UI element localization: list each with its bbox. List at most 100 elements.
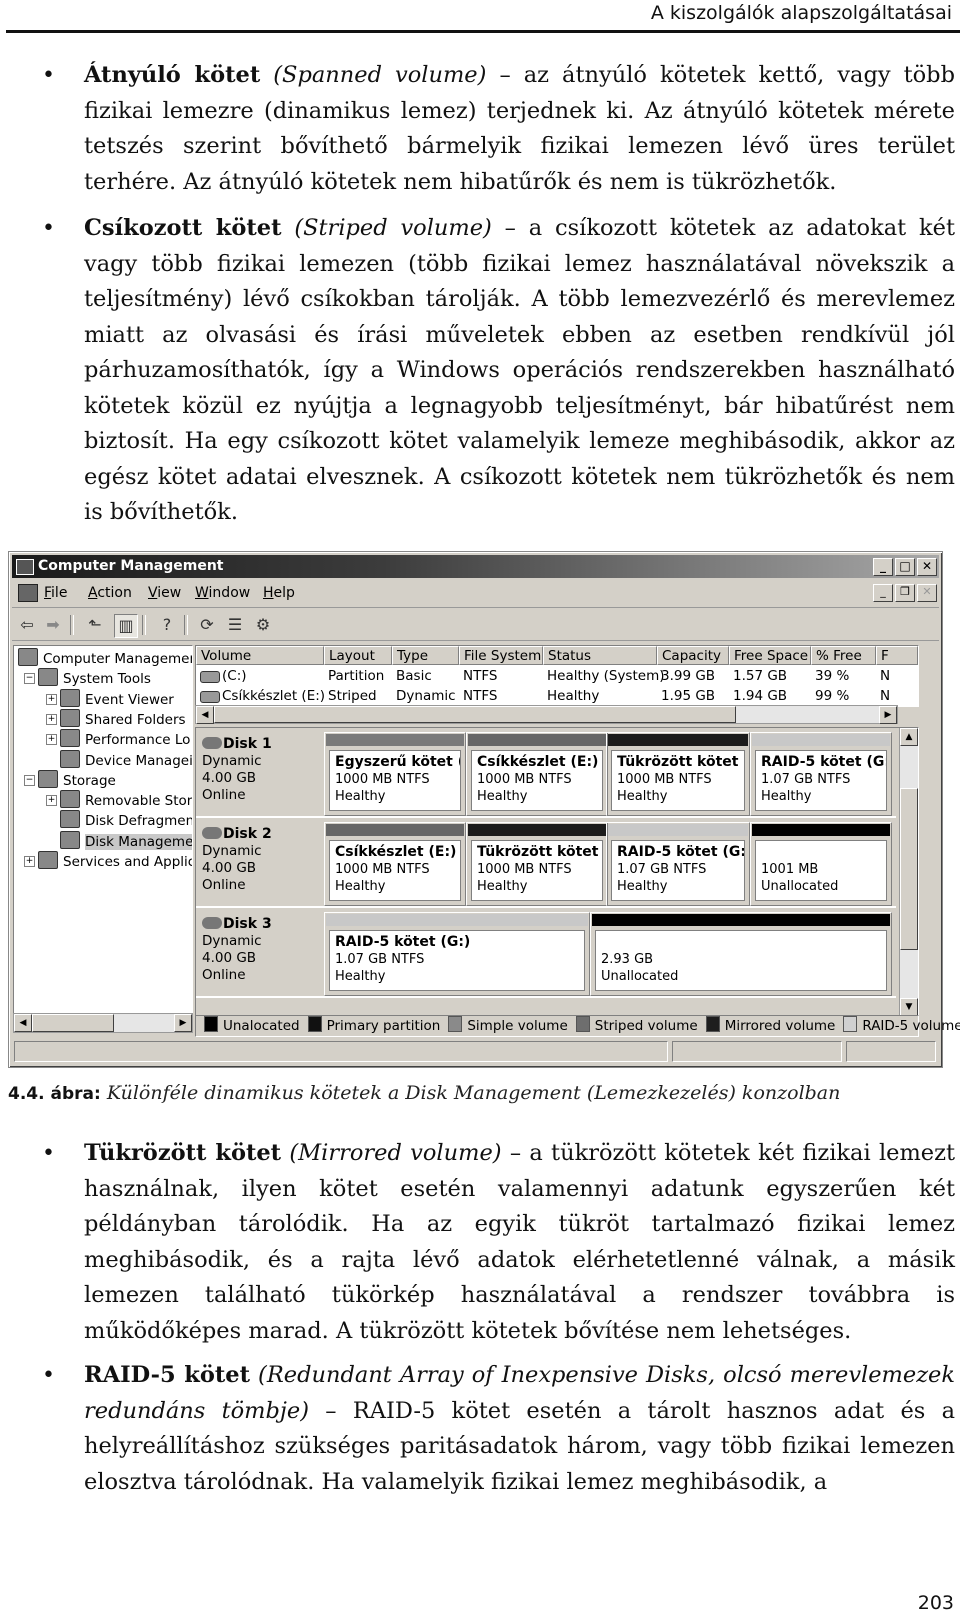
tree-item[interactable]: Device Managei [60,749,192,770]
volume-name[interactable]: Csíkkészlet (E:) [222,687,325,706]
tree-item[interactable]: Removable Stor [60,790,192,810]
scroll-thumb[interactable] [214,706,736,723]
tree-item[interactable]: Computer Management [18,648,192,668]
settings-icon[interactable]: ⚙ [252,614,274,636]
term-english: (Striped volume) [294,215,492,241]
column-header[interactable]: Capacity [657,646,729,665]
scroll-right-icon[interactable]: ▶ [879,706,897,724]
tree-item[interactable]: Storage [38,769,116,790]
table-cell: N [880,668,891,684]
table-cell: NTFS [463,688,498,704]
volume-name[interactable]: (C:) [222,667,247,686]
tree-item[interactable]: Services and Applic. [38,851,192,871]
disk-info[interactable]: Disk 1 Dynamic 4.00 GB Online [202,736,272,804]
volume-block-mirrored[interactable]: Tükrözött kötet 1000 MB NTFS Healthy [466,822,608,906]
tree-item[interactable]: Disk Defragmen [60,810,192,830]
scroll-left-icon[interactable]: ◀ [196,706,214,724]
volume-block-mirrored[interactable]: Tükrözött kötet 1000 MB NTFS Healthy [606,732,750,816]
column-header[interactable]: % Free [811,646,876,665]
bullet-spanned-volume: Átnyúló kötet (Spanned volume) – az átny… [42,58,955,200]
help-icon[interactable]: ? [156,614,178,636]
scroll-thumb[interactable] [32,1014,114,1032]
volume-block-raid5[interactable]: RAID-5 kötet (G: 1.07 GB NTFS Healthy [750,732,892,816]
properties-icon[interactable]: ☰ [224,614,246,636]
collapse-icon[interactable]: − [24,774,35,786]
collapse-icon[interactable]: − [24,673,35,685]
volume-block-simple[interactable]: Egyszerű kötet (1000 MB NTFS Healthy [324,732,466,816]
column-header[interactable]: Volume [196,646,324,665]
refresh-icon[interactable]: ⟳ [196,614,218,636]
volume-block-striped[interactable]: Csíkkészlet (E:) 1000 MB NTFS Healthy [466,732,608,816]
child-restore-button[interactable]: ❐ [895,584,915,602]
close-button[interactable]: ✕ [917,558,937,576]
tree-item[interactable]: Performance Lo [60,729,190,749]
status-pane [14,1041,668,1062]
menu-action-label: ction [97,585,132,601]
tree-item[interactable]: Disk Manageme [60,830,192,851]
volume-block-raid5[interactable]: RAID-5 kötet (G:) 1.07 GB NTFS Healthy [324,912,590,996]
running-head: A kiszolgálók alapszolgáltatásai [650,2,952,24]
expand-icon[interactable]: + [46,693,57,705]
maximize-button[interactable]: □ [895,558,915,576]
term: Tükrözött kötet [84,1140,282,1166]
menu-file[interactable]: File [44,585,67,601]
volume-size-fs: 1000 MB NTFS [477,772,572,787]
disk-state: Online [202,787,246,803]
table-cell: N [880,688,891,704]
tree-item[interactable]: Shared Folders [60,708,186,729]
tree-node-icon [38,668,58,687]
column-header[interactable]: Free Space [729,646,811,665]
scroll-right-icon[interactable]: ▶ [174,1014,192,1032]
disk-icon [202,917,222,929]
child-minimize-button[interactable]: _ [873,584,893,602]
tree-node-icon [38,851,58,869]
column-header[interactable]: Layout [324,646,392,665]
expand-icon[interactable]: + [46,795,57,807]
legend-swatch [843,1016,858,1032]
tree-item[interactable]: Event Viewer [60,688,174,709]
menu-window-label: indow [208,585,251,601]
tree-item[interactable]: System Tools [38,668,151,688]
graph-vertical-scrollbar[interactable]: ▲ ▼ [899,728,918,1016]
volume-block-raid5[interactable]: RAID-5 kötet (G: 1.07 GB NTFS Healthy [606,822,750,906]
menu-view[interactable]: View [148,585,181,601]
column-header[interactable]: Status [543,646,657,665]
volume-status: Healthy [335,969,386,984]
computer-icon[interactable] [18,584,38,602]
list-horizontal-scrollbar[interactable]: ◀ ▶ [195,705,898,724]
disk-type: Dynamic [202,933,262,949]
toolbar-separator [142,615,146,635]
expand-icon[interactable]: + [24,856,35,867]
scroll-left-icon[interactable]: ◀ [14,1014,32,1032]
column-header[interactable]: F [876,646,918,665]
show-hide-tree-icon[interactable]: ▥ [114,614,138,638]
definition: – a tükrözött kötetek két fizikai lemezt… [84,1140,956,1344]
up-level-icon[interactable]: ⬑ [84,614,106,636]
volume-size-fs: 1.07 GB NTFS [761,772,851,787]
volume-block-unallocated[interactable]: 1001 MB Unallocated [750,822,892,906]
tree-item-label: Removable Stor [85,793,193,810]
expand-icon[interactable]: + [46,713,57,725]
expand-icon[interactable]: + [46,734,57,746]
menu-help[interactable]: Help [263,585,295,601]
disk-info[interactable]: Disk 3 Dynamic 4.00 GB Online [202,916,272,984]
menu-bar: File Action View Window Help _ ❐ ✕ [12,580,939,608]
minimize-button[interactable]: _ [873,558,893,576]
tree-horizontal-scrollbar[interactable]: ◀ ▶ [13,1013,193,1033]
volume-block-striped[interactable]: Csíkkészlet (E:) 1000 MB NTFS Healthy [324,822,466,906]
disk-info[interactable]: Disk 2 Dynamic 4.00 GB Online [202,826,272,894]
back-arrow-icon[interactable]: ⇦ [16,614,38,636]
volume-block-unallocated[interactable]: 2.93 GB Unallocated [590,912,892,996]
menu-action[interactable]: Action [88,585,132,601]
column-header[interactable]: File System [459,646,543,665]
menu-window[interactable]: Window [195,585,250,601]
scroll-down-icon[interactable]: ▼ [900,998,918,1016]
forward-arrow-icon[interactable]: ➡ [42,614,64,636]
scroll-thumb[interactable] [900,788,918,950]
volume-type-bar [608,734,748,746]
child-close-button[interactable]: ✕ [917,584,937,602]
column-header[interactable]: Type [392,646,459,665]
page-number: 203 [917,1592,954,1614]
volume-name: Csíkkészlet (E:) [335,844,457,860]
scroll-up-icon[interactable]: ▲ [900,728,918,746]
